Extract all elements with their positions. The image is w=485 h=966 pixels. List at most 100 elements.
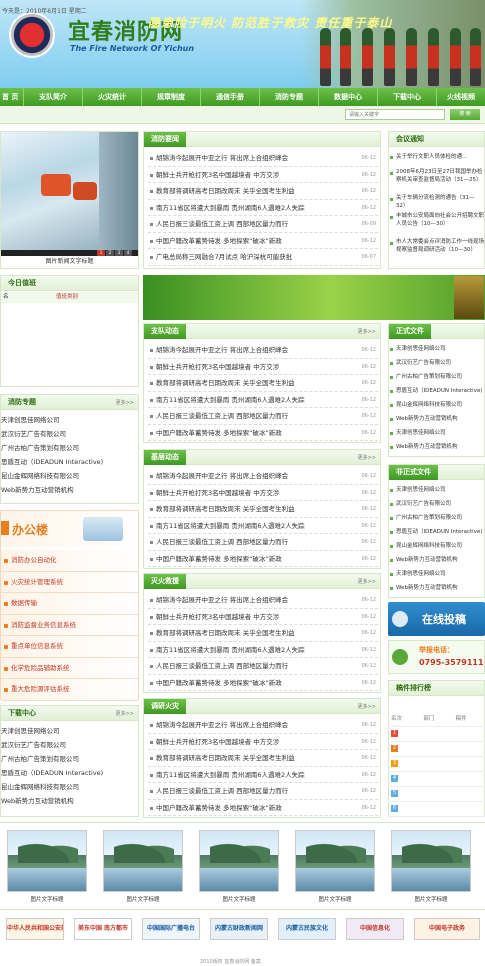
gallery-caption[interactable]: 图片文字标题 bbox=[389, 895, 473, 903]
fire-badge-logo[interactable] bbox=[9, 12, 55, 58]
nav-download-center[interactable]: 下载中心 bbox=[378, 88, 437, 106]
news-item[interactable]: 人民日报三谈最低工资上调 西部地区量力而行 06-12 bbox=[148, 534, 378, 551]
office-system-item[interactable]: 数据传输 bbox=[1, 593, 138, 615]
nav-home[interactable]: 首 页 bbox=[0, 88, 24, 106]
doc-item[interactable]: 思盾互动（IDEADUN Interactive) bbox=[389, 384, 484, 398]
nav-brigade-intro[interactable]: 支队简介 bbox=[24, 88, 83, 106]
news-item[interactable]: 教育部将调研高考日期改周末 关乎全国考生利益 06-12 bbox=[148, 501, 378, 518]
fire-investigation-title[interactable]: 调研火灾 bbox=[144, 699, 186, 714]
gallery-item[interactable]: 图片文字标题 bbox=[101, 828, 185, 906]
nav-data-center[interactable]: 数据中心 bbox=[319, 88, 378, 106]
doc-item[interactable]: 武汉衍艺广告有限公司 bbox=[389, 497, 484, 511]
nav-fire-topics[interactable]: 消防专题 bbox=[260, 88, 319, 106]
gallery-caption[interactable]: 图片文字标题 bbox=[101, 895, 185, 903]
news-item[interactable]: 胡锦涛今起展开中亚之行 将出席上合组织峰会 06-12 bbox=[148, 150, 378, 167]
doc-item[interactable]: 天津创思佳网络公司 bbox=[389, 342, 484, 356]
fire-news-title[interactable]: 消防要闻 bbox=[144, 132, 186, 147]
meeting-item[interactable]: 关于举行文职人员体检的通… bbox=[389, 150, 484, 166]
news-item[interactable]: 人民日报三谈最低工资上调 西部地区量力而行 06-12 bbox=[148, 408, 378, 425]
fire-investigation-more-link[interactable]: 更多>> bbox=[358, 703, 376, 710]
news-item[interactable]: 中国户籍改革蓄势待发 多地探索“破冰”新政 06-12 bbox=[148, 233, 378, 249]
download-title[interactable]: 下载中心 bbox=[1, 706, 43, 721]
download-more-link[interactable]: 更多>> bbox=[116, 710, 134, 717]
landscape-photo[interactable] bbox=[295, 830, 375, 892]
gallery-item[interactable]: 图片文字标题 bbox=[389, 828, 473, 906]
meeting-item[interactable]: 2008年6月23日至27日我国举办检察机关审查监督局活动（31—25） bbox=[389, 166, 484, 192]
gallery-caption[interactable]: 图片文字标题 bbox=[293, 895, 377, 903]
meeting-item[interactable]: 市人大常委会点评消防工作一线现场视察监督局调研活动（10—30） bbox=[389, 236, 484, 262]
office-system-item[interactable]: 重点单位信息系统 bbox=[1, 636, 138, 658]
safety-slogan-banner[interactable] bbox=[143, 275, 485, 320]
list-item[interactable]: 天津创思佳网络公司 bbox=[1, 413, 138, 427]
brigade-news-more-link[interactable]: 更多>> bbox=[358, 328, 376, 335]
nav-regulations[interactable]: 规章制度 bbox=[142, 88, 201, 106]
news-item[interactable]: 中国户籍改革蓄势待发 多地探索“破冰”新政 06-12 bbox=[148, 675, 378, 691]
landscape-photo[interactable] bbox=[7, 830, 87, 892]
list-item[interactable]: 昆山金辉网络科技有限公司 bbox=[1, 780, 138, 794]
link-logo[interactable]: 中国国际广播电台 bbox=[142, 918, 200, 940]
meetings-title[interactable]: 会议通知 bbox=[389, 132, 431, 147]
news-item[interactable]: 胡锦涛今起展开中亚之行 将出席上合组织峰会 06-12 bbox=[148, 592, 378, 609]
doc-item[interactable]: 昆山金辉网络科技有限公司 bbox=[389, 398, 484, 412]
online-submit-button[interactable]: 在线投稿 bbox=[388, 602, 485, 636]
rescue-photo[interactable] bbox=[1, 132, 138, 250]
list-item[interactable]: Web新势力互动营销机构 bbox=[1, 794, 138, 808]
doc-item[interactable]: 天津创思佳网络公司 bbox=[389, 483, 484, 497]
news-item[interactable]: 胡锦涛今起展开中亚之行 将出席上合组织峰会 06-12 bbox=[148, 717, 378, 734]
news-item[interactable]: 中国户籍改革蓄势待发 多地探索“破冰”新政 06-12 bbox=[148, 551, 378, 567]
doc-item[interactable]: 天津创思佳网络公司 bbox=[389, 426, 484, 440]
doc-item[interactable]: 武汉衍艺广告有限公司 bbox=[389, 356, 484, 370]
official-docs-title[interactable]: 正式文件 bbox=[389, 324, 431, 339]
news-item[interactable]: 朝鲜士兵开枪打死3名中国越境者 中方交涉 06-12 bbox=[148, 485, 378, 501]
nav-comm-manual[interactable]: 通信手册 bbox=[201, 88, 260, 106]
link-logo[interactable]: 中国信息化 bbox=[346, 918, 404, 940]
office-system-item[interactable]: 火灾统计管理系统 bbox=[1, 571, 138, 593]
news-item[interactable]: 中国户籍改革蓄势待发 多地探索“破冰”新政 06-12 bbox=[148, 425, 378, 441]
news-item[interactable]: 胡锦涛今起展开中亚之行 将出席上合组织峰会 06-12 bbox=[148, 468, 378, 485]
news-item[interactable]: 人民日报三谈最低工资上调 西部地区量力而行 06-09 bbox=[148, 216, 378, 233]
unofficial-docs-title[interactable]: 非正式文件 bbox=[389, 465, 438, 480]
search-input[interactable] bbox=[345, 109, 445, 120]
doc-item[interactable]: 广州古柏广告策划有限公司 bbox=[389, 370, 484, 384]
meeting-item[interactable]: 关于车辆分流检测的通告（31—32） bbox=[389, 192, 484, 210]
office-system-item[interactable]: 化学危险品辅助系统 bbox=[1, 657, 138, 679]
gallery-item[interactable]: 图片文字标题 bbox=[197, 828, 281, 906]
news-item[interactable]: 南方11省区将遭大到暴雨 贵州湖南6人遇难2人失踪 06-12 bbox=[148, 642, 378, 658]
doc-item[interactable]: 广州古柏广告策划有限公司 bbox=[389, 511, 484, 525]
firefighting-rescue-more-link[interactable]: 更多>> bbox=[358, 578, 376, 585]
list-item[interactable]: 武汉衍艺广告有限公司 bbox=[1, 738, 138, 752]
firefighting-rescue-title[interactable]: 灭火救援 bbox=[144, 574, 186, 589]
doc-item[interactable]: Web新势力互动营销机构 bbox=[389, 581, 484, 595]
topics-title[interactable]: 消防专题 bbox=[1, 395, 43, 410]
grassroots-news-more-link[interactable]: 更多>> bbox=[358, 454, 376, 461]
news-item[interactable]: 朝鲜士兵开枪打死3名中国越境者 中方交涉 06-12 bbox=[148, 609, 378, 625]
news-item[interactable]: 人民日报三谈最低工资上调 西部地区量力而行 06-12 bbox=[148, 658, 378, 675]
grassroots-news-title[interactable]: 基层动态 bbox=[144, 450, 186, 465]
link-logo[interactable]: 内蒙古民族文化 bbox=[278, 918, 336, 940]
office-system-item[interactable]: 重大危险源评估系统 bbox=[1, 679, 138, 701]
news-item[interactable]: 教育部将调研高考日期改周末 关乎全国考生利益 06-12 bbox=[148, 750, 378, 767]
news-item[interactable]: 朝鲜士兵开枪打死3名中国越境者 中方交涉 06-12 bbox=[148, 359, 378, 375]
list-item[interactable]: 广州古柏广告策划有限公司 bbox=[1, 441, 138, 455]
list-item[interactable]: Web新势力互动营销机构 bbox=[1, 483, 138, 497]
link-logo[interactable]: 美东中国 南方都市 bbox=[74, 918, 132, 940]
slideshow-caption[interactable]: 图片新闻文字标题 bbox=[1, 256, 138, 268]
news-item[interactable]: 朝鲜士兵开枪打死3名中国越境者 中方交涉 06-12 bbox=[148, 167, 378, 183]
brigade-news-title[interactable]: 支队动态 bbox=[144, 324, 186, 339]
list-item[interactable]: 武汉衍艺广告有限公司 bbox=[1, 427, 138, 441]
news-item[interactable]: 南方11省区将遭大到暴雨 贵州湖南6人遇难2人失踪 06-12 bbox=[148, 200, 378, 216]
list-item[interactable]: 昆山金辉网络科技有限公司 bbox=[1, 469, 138, 483]
list-item[interactable]: 天津创思佳网络公司 bbox=[1, 724, 138, 738]
office-system-item[interactable]: 消防监督业务信息系统 bbox=[1, 614, 138, 636]
news-item[interactable]: 南方11省区将遭大到暴雨 贵州湖南6人遇难2人失踪 06-12 bbox=[148, 767, 378, 783]
search-button[interactable]: 搜 索 bbox=[450, 109, 480, 120]
nav-fire-statistics[interactable]: 火灾统计 bbox=[83, 88, 142, 106]
landscape-photo[interactable] bbox=[391, 830, 471, 892]
gallery-caption[interactable]: 图片文字标题 bbox=[197, 895, 281, 903]
gallery-item[interactable]: 图片文字标题 bbox=[5, 828, 89, 906]
list-item[interactable]: 思盾互动（IDEADUN Interactive) bbox=[1, 455, 138, 469]
office-system-item[interactable]: 消防办公自动化 bbox=[1, 550, 138, 572]
doc-item[interactable]: Web新势力互动营销机构 bbox=[389, 553, 484, 567]
landscape-photo[interactable] bbox=[199, 830, 279, 892]
doc-item[interactable]: 天津创思佳网络公司 bbox=[389, 567, 484, 581]
